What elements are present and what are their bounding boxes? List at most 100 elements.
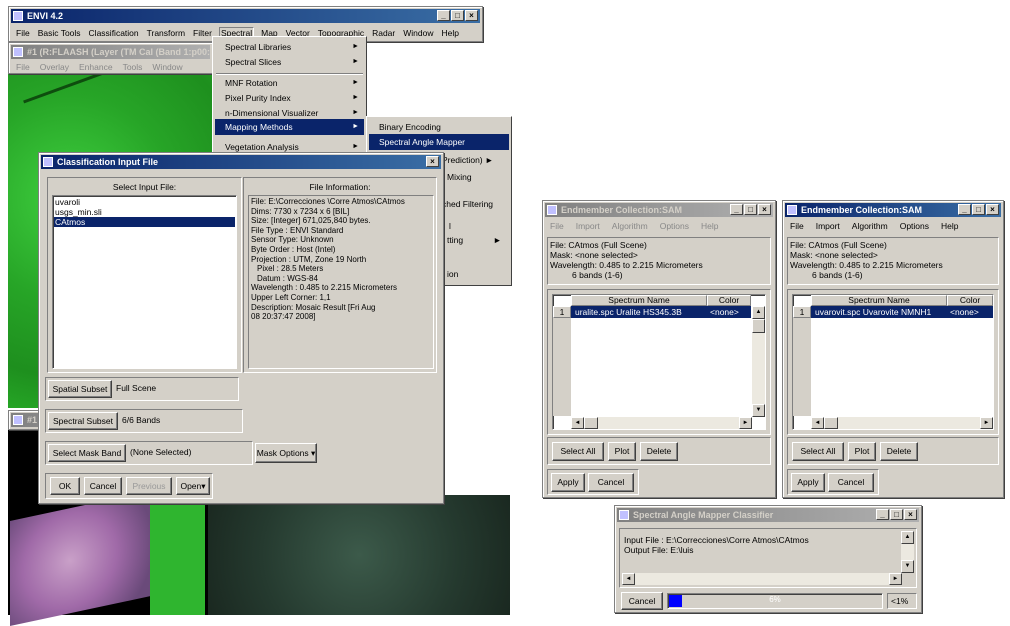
submenu-partial-ion[interactable]: ion xyxy=(447,269,458,279)
minimize-button[interactable]: _ xyxy=(876,509,889,520)
endmember1-menu-import[interactable]: Import xyxy=(575,221,601,231)
submenu-partial-l[interactable]: l xyxy=(449,221,451,231)
menu-help[interactable]: Help xyxy=(440,28,459,38)
maximize-button[interactable]: □ xyxy=(972,204,985,215)
menu-item-spectral-angle-mapper[interactable]: Spectral Angle Mapper xyxy=(369,134,509,150)
select-all-button[interactable]: Select All xyxy=(792,442,844,461)
endmember1-table[interactable]: Spectrum Name Color 1 uralite.spc Uralit… xyxy=(552,294,766,430)
apply-button[interactable]: Apply xyxy=(551,473,585,492)
maximize-button[interactable]: □ xyxy=(744,204,757,215)
submenu-partial-mixing[interactable]: Mixing xyxy=(447,172,472,182)
scroll-hthumb[interactable] xyxy=(584,417,598,429)
spectral-subset-button[interactable]: Spectral Subset xyxy=(48,412,118,430)
scroll-down-icon[interactable]: ▼ xyxy=(752,404,765,417)
file-list-item[interactable]: usgs_min.sli xyxy=(55,207,102,217)
endmember1-menu-file[interactable]: File xyxy=(549,221,565,231)
scroll-right-icon[interactable]: ► xyxy=(739,417,752,429)
ok-button[interactable]: OK xyxy=(50,477,80,495)
menu-file[interactable]: File xyxy=(15,28,31,38)
submenu-partial-filtering[interactable]: ched Filtering xyxy=(442,199,493,209)
close-button[interactable]: × xyxy=(986,204,999,215)
menu-item-spectral-slices[interactable]: Spectral Slices ► xyxy=(215,54,364,70)
display-menu-file[interactable]: File xyxy=(15,62,31,72)
mask-options-button[interactable]: Mask Options ▾ xyxy=(255,443,317,463)
file-list-item-selected[interactable]: CAtmos xyxy=(54,217,235,227)
scroll-up-icon[interactable]: ▲ xyxy=(901,531,914,544)
select-all-button[interactable]: Select All xyxy=(552,442,604,461)
menu-item-spectral-libraries[interactable]: Spectral Libraries ► xyxy=(215,39,364,55)
scroll-left-icon[interactable]: ◄ xyxy=(571,417,584,429)
delete-button[interactable]: Delete xyxy=(640,442,678,461)
scroll-right-icon[interactable]: ► xyxy=(980,417,993,429)
endmember1-menu-help[interactable]: Help xyxy=(700,221,719,231)
plot-button[interactable]: Plot xyxy=(608,442,636,461)
delete-button[interactable]: Delete xyxy=(880,442,918,461)
menu-item-mnf-rotation[interactable]: MNF Rotation ► xyxy=(215,75,364,91)
close-button[interactable]: × xyxy=(758,204,771,215)
scroll-left-icon[interactable]: ◄ xyxy=(622,573,635,585)
cancel-button[interactable]: Cancel xyxy=(828,473,874,492)
open-button[interactable]: Open▾ xyxy=(176,477,210,495)
display-menu-enhance[interactable]: Enhance xyxy=(78,62,114,72)
sam-cancel-button[interactable]: Cancel xyxy=(621,592,663,610)
scroll-hthumb[interactable] xyxy=(824,417,838,429)
endmember1-info-bands: 6 bands (1-6) xyxy=(572,270,623,280)
endmember2-menu-algorithm[interactable]: Algorithm xyxy=(851,221,889,231)
scroll-left-icon[interactable]: ◄ xyxy=(811,417,824,429)
dialog-app-icon xyxy=(43,157,53,167)
endmember2-menu-file[interactable]: File xyxy=(789,221,805,231)
endmember2-hscroll[interactable]: ◄ ► xyxy=(811,417,993,429)
scroll-down-icon[interactable]: ▼ xyxy=(901,560,914,573)
close-button[interactable]: × xyxy=(904,509,917,520)
maximize-button[interactable]: □ xyxy=(890,509,903,520)
display-menu-window[interactable]: Window xyxy=(151,62,183,72)
scroll-up-icon[interactable]: ▲ xyxy=(752,306,765,319)
file-list-item[interactable]: uvaroli xyxy=(55,197,80,207)
minimize-button[interactable]: _ xyxy=(730,204,743,215)
sam-vscroll[interactable]: ▲ ▼ xyxy=(901,531,914,573)
input-file-list[interactable]: uvaroli usgs_min.sli CAtmos xyxy=(52,195,237,369)
endmember2-menu-import[interactable]: Import xyxy=(815,221,841,231)
endmember1-vscroll[interactable]: ▲ ▼ xyxy=(752,306,765,417)
endmember2-info-mask: Mask: <none selected> xyxy=(790,250,878,260)
endmember1-menu-options[interactable]: Options xyxy=(659,221,690,231)
close-button[interactable]: × xyxy=(426,156,439,167)
endmember1-menu-algorithm[interactable]: Algorithm xyxy=(611,221,649,231)
endmember1-hscroll[interactable]: ◄ ► xyxy=(571,417,752,429)
apply-button[interactable]: Apply xyxy=(791,473,825,492)
menu-classification[interactable]: Classification xyxy=(88,28,140,38)
previous-button[interactable]: Previous xyxy=(126,477,172,495)
scroll-thumb[interactable] xyxy=(752,319,765,333)
menu-item-mapping-methods[interactable]: Mapping Methods ► xyxy=(215,119,364,135)
menu-filter[interactable]: Filter xyxy=(192,28,213,38)
display-menu-overlay[interactable]: Overlay xyxy=(39,62,70,72)
close-button[interactable]: × xyxy=(465,10,478,21)
display-menu-tools[interactable]: Tools xyxy=(122,62,144,72)
endmember1-row-name[interactable]: uralite.spc Uralite HS345.3B xyxy=(571,306,707,318)
scroll-right-icon[interactable]: ► xyxy=(889,573,902,585)
submenu-partial-prediction[interactable]: Prediction) ► xyxy=(442,155,493,165)
endmember2-row-color[interactable]: <none> xyxy=(947,306,993,318)
endmember2-menu-options[interactable]: Options xyxy=(899,221,930,231)
menu-transform[interactable]: Transform xyxy=(146,28,186,38)
plot-button[interactable]: Plot xyxy=(848,442,876,461)
menu-basic-tools[interactable]: Basic Tools xyxy=(37,28,82,38)
minimize-button[interactable]: _ xyxy=(958,204,971,215)
maximize-button[interactable]: □ xyxy=(451,10,464,21)
menu-item-pixel-purity-index[interactable]: Pixel Purity Index ► xyxy=(215,90,364,106)
endmember2-row-name[interactable]: uvarovit.spc Uvarovite NMNH1 xyxy=(811,306,947,318)
cancel-button[interactable]: Cancel xyxy=(84,477,122,495)
sam-log-area: Input File : E:\Correcciones\Corre Atmos… xyxy=(619,528,917,588)
endmember1-row-color[interactable]: <none> xyxy=(707,306,751,318)
sam-hscroll[interactable]: ◄ ► xyxy=(622,573,902,585)
menu-radar[interactable]: Radar xyxy=(371,28,396,38)
endmember2-menu-help[interactable]: Help xyxy=(940,221,959,231)
select-mask-band-button[interactable]: Select Mask Band xyxy=(48,444,126,462)
cancel-button[interactable]: Cancel xyxy=(588,473,634,492)
menu-item-binary-encoding[interactable]: Binary Encoding xyxy=(369,119,509,135)
minimize-button[interactable]: _ xyxy=(437,10,450,21)
menu-window[interactable]: Window xyxy=(402,28,434,38)
spatial-subset-button[interactable]: Spatial Subset xyxy=(48,380,112,398)
submenu-partial-tting[interactable]: tting ► xyxy=(447,235,502,245)
endmember2-table[interactable]: Spectrum Name Color 1 uvarovit.spc Uvaro… xyxy=(792,294,994,430)
